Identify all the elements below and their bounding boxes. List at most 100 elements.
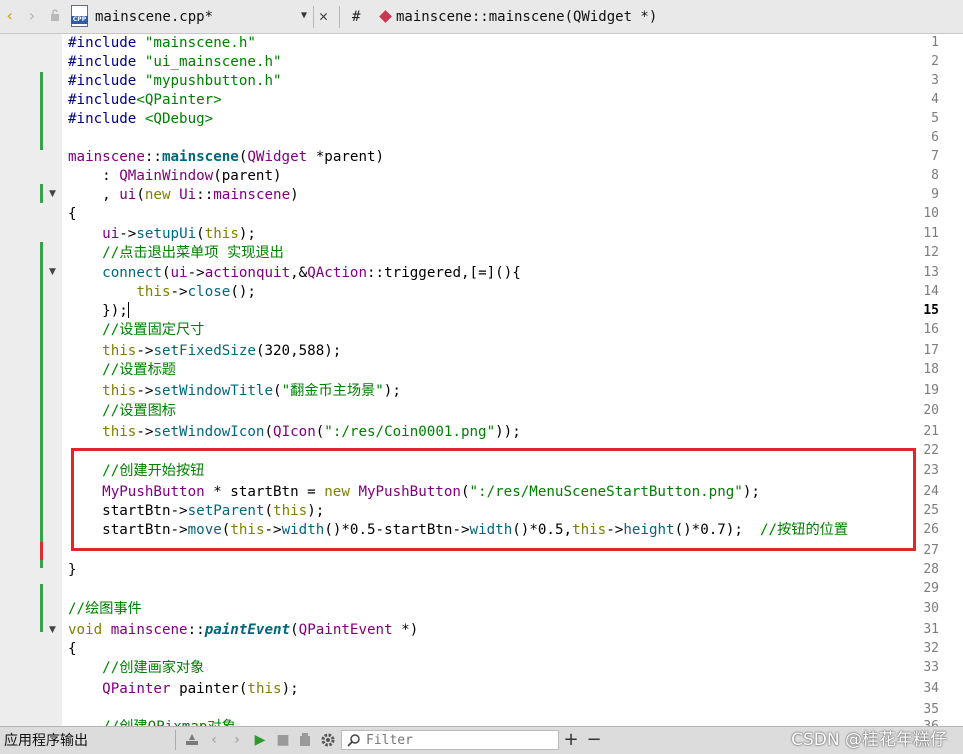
line-number: 28 xyxy=(923,562,939,577)
line-number: 1 xyxy=(931,35,939,50)
line-number: 10 xyxy=(923,206,939,221)
file-dropdown-icon[interactable]: ▼ xyxy=(301,10,307,21)
csdn-watermark: CSDN @桂花年糕仔 xyxy=(791,730,947,750)
line-number: 25 xyxy=(923,503,939,518)
code-line-36: //创建QPixmap对象 xyxy=(68,718,236,726)
code-line-20: //设置图标 xyxy=(68,403,176,419)
line-number: 22 xyxy=(923,443,939,458)
cpp-file-icon: CPP xyxy=(71,5,88,27)
forward-arrow-icon[interactable]: › xyxy=(27,6,37,26)
code-line-8: : QMainWindow(parent) xyxy=(68,168,282,184)
output-filter-box[interactable] xyxy=(341,730,559,750)
line-number: 5 xyxy=(931,111,939,126)
change-marker xyxy=(40,72,43,150)
line-number: 3 xyxy=(931,73,939,88)
change-marker xyxy=(40,584,43,632)
line-number: 19 xyxy=(923,383,939,398)
change-marker xyxy=(40,242,43,568)
close-document-icon[interactable]: ✕ xyxy=(319,7,328,25)
line-number: 29 xyxy=(923,581,939,596)
attach-to-process-icon[interactable] xyxy=(183,731,201,749)
fold-arrow-icon[interactable]: ▼ xyxy=(49,621,56,639)
line-number: 34 xyxy=(923,681,939,696)
run-icon[interactable]: ▶ xyxy=(251,731,269,749)
remove-pane-icon[interactable]: − xyxy=(585,731,603,749)
fold-arrow-icon[interactable]: ▼ xyxy=(49,263,56,281)
code-line-14: this->close(); xyxy=(136,284,256,300)
line-number: 35 xyxy=(923,702,939,717)
code-line-11: ui->setupUi(this); xyxy=(102,226,256,242)
line-number: 32 xyxy=(923,641,939,656)
fold-arrow-icon[interactable]: ▼ xyxy=(49,185,56,203)
application-output-label[interactable]: 应用程序输出 xyxy=(4,732,88,750)
code-line-23: //创建开始按钮 xyxy=(68,463,205,479)
method-symbol-icon xyxy=(379,10,392,23)
clear-output-icon[interactable] xyxy=(296,731,314,749)
lock-icon[interactable] xyxy=(50,8,60,22)
separator xyxy=(175,730,176,750)
code-line-26: startBtn->move(this->width()*0.5-startBt… xyxy=(102,522,849,538)
code-line-32: { xyxy=(68,641,77,657)
line-number: 7 xyxy=(931,149,939,164)
back-arrow-icon[interactable]: ‹ xyxy=(5,6,15,26)
separator xyxy=(339,6,340,28)
line-number: 11 xyxy=(923,226,939,241)
code-line-1: #include "mainscene.h" xyxy=(68,35,256,51)
line-number: 8 xyxy=(931,168,939,183)
line-number: 18 xyxy=(923,362,939,377)
code-line-4: #include<QPainter> xyxy=(68,92,222,108)
change-marker-removed xyxy=(40,542,43,560)
file-type-label: CPP xyxy=(71,16,88,24)
next-item-icon[interactable]: › xyxy=(228,731,246,749)
line-number: 31 xyxy=(923,622,939,637)
line-number: 14 xyxy=(923,284,939,299)
code-line-15: }); xyxy=(68,302,129,319)
line-number: 30 xyxy=(923,601,939,616)
stop-icon[interactable]: ■ xyxy=(274,731,292,749)
code-line-19: this->setWindowTitle("翻金币主场景"); xyxy=(102,383,401,399)
code-line-7: mainscene::mainscene(QWidget *parent) xyxy=(68,149,385,165)
separator xyxy=(313,6,314,28)
code-line-2: #include "ui_mainscene.h" xyxy=(68,54,282,70)
line-number: 13 xyxy=(923,265,939,280)
code-line-33: //创建画家对象 xyxy=(68,660,205,676)
symbol-hash: # xyxy=(352,9,361,25)
search-icon xyxy=(347,734,360,747)
line-number: 36 xyxy=(899,718,939,726)
filter-input[interactable] xyxy=(366,732,552,748)
code-line-34: QPainter painter(this); xyxy=(102,681,299,697)
add-pane-icon[interactable]: + xyxy=(562,731,580,749)
previous-item-icon[interactable]: ‹ xyxy=(205,731,223,749)
code-line-16: //设置固定尺寸 xyxy=(68,322,205,338)
code-line-21: this->setWindowIcon(QIcon(":/res/Coin000… xyxy=(102,424,521,440)
line-number: 17 xyxy=(923,343,939,358)
line-number: 21 xyxy=(923,424,939,439)
line-number: 16 xyxy=(923,322,939,337)
line-number: 2 xyxy=(931,54,939,69)
current-symbol-selector[interactable]: mainscene::mainscene(QWidget *) xyxy=(396,8,657,26)
code-line-13: connect(ui->actionquit,&QAction::trigger… xyxy=(102,265,521,281)
code-line-24: MyPushButton * startBtn = new MyPushButt… xyxy=(102,484,760,500)
open-file-name[interactable]: mainscene.cpp* xyxy=(95,8,213,26)
line-number: 27 xyxy=(923,543,939,558)
line-number: 24 xyxy=(923,484,939,499)
line-number-current: 15 xyxy=(923,303,939,318)
code-line-10: { xyxy=(68,206,77,222)
code-line-5: #include <QDebug> xyxy=(68,111,214,127)
code-line-18: //设置标题 xyxy=(68,362,176,378)
line-number: 6 xyxy=(931,130,939,145)
code-line-25: startBtn->setParent(this); xyxy=(102,503,325,519)
line-number: 23 xyxy=(923,463,939,478)
line-number: 4 xyxy=(931,92,939,107)
code-line-3: #include "mypushbutton.h" xyxy=(68,73,282,89)
code-line-28: } xyxy=(68,562,77,578)
line-number: 9 xyxy=(931,187,939,202)
code-editor[interactable]: ▼ ▼ ▼ 1 2 3 4 5 6 7 8 9 10 11 12 13 14 1… xyxy=(0,34,963,726)
change-marker xyxy=(40,184,43,203)
code-line-17: this->setFixedSize(320,588); xyxy=(102,343,342,359)
line-number: 20 xyxy=(923,403,939,418)
code-line-9: , ui(new Ui::mainscene) xyxy=(68,187,299,203)
code-line-31: void mainscene::paintEvent(QPaintEvent *… xyxy=(68,622,419,638)
settings-gear-icon[interactable] xyxy=(319,731,337,749)
code-line-30: //绘图事件 xyxy=(68,601,142,617)
